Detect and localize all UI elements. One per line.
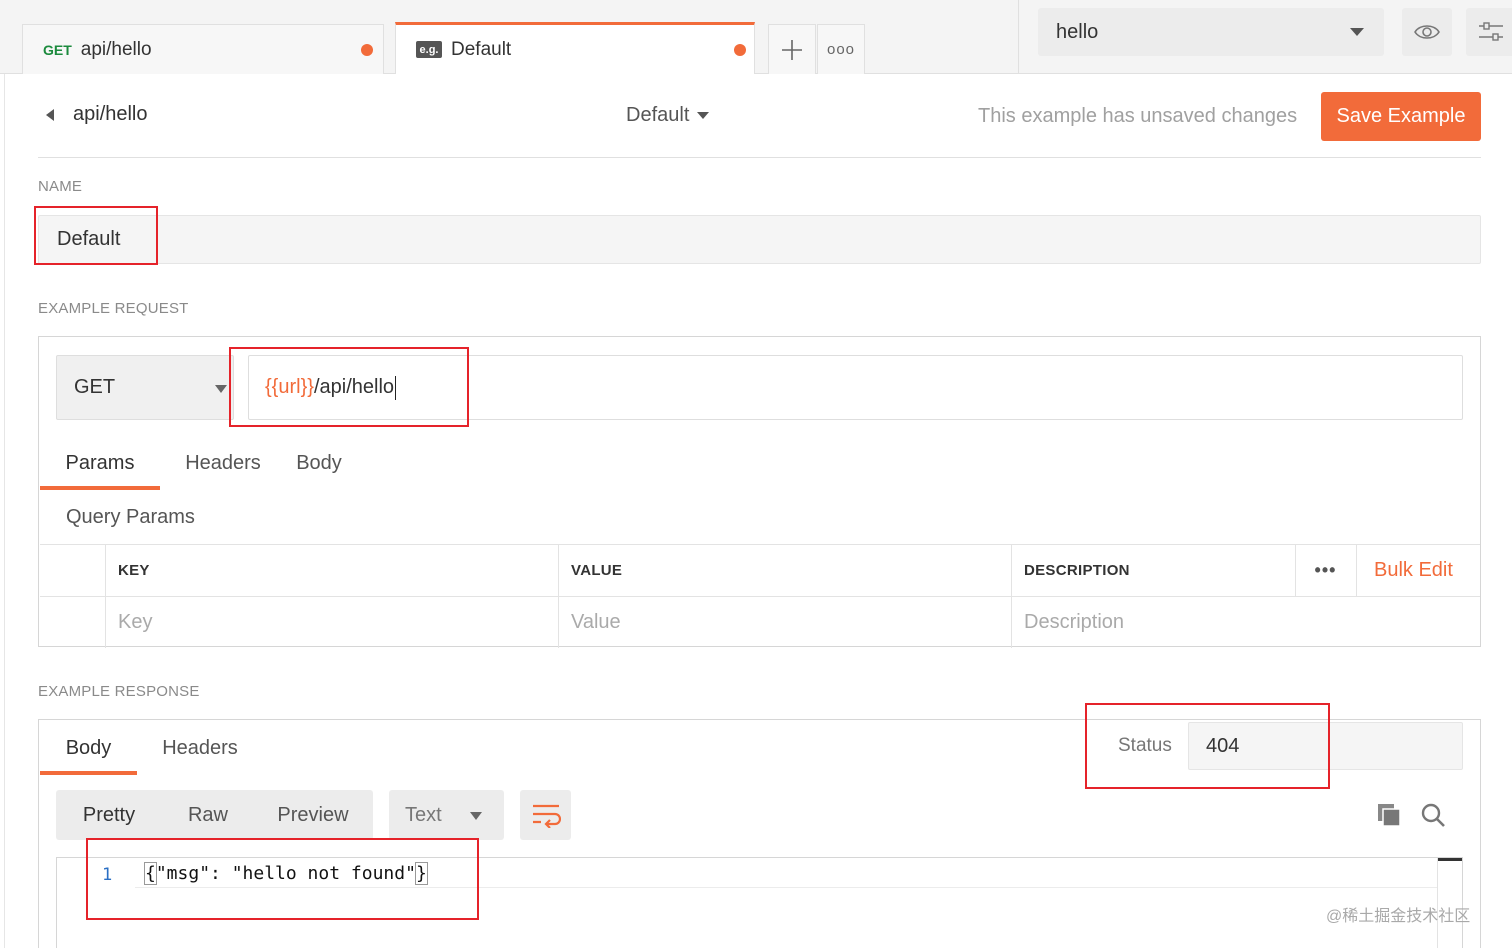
more-icon: ••• [1314,560,1337,580]
back-to-request-link[interactable]: api/hello [73,103,148,126]
wrap-lines-icon [532,804,561,828]
tab-label: api/hello [80,38,152,60]
annotation-box-status [1085,703,1330,789]
tab-response-body[interactable]: Body [40,729,137,775]
example-selector[interactable]: Default [626,104,710,127]
chevron-down-icon [470,812,482,820]
column-header-value: VALUE [558,545,1011,596]
tab-more-button[interactable]: ooo [817,24,865,74]
example-badge: e.g. [416,41,442,58]
back-arrow-icon[interactable] [46,109,54,121]
body-format-tabs: Pretty Raw Preview [56,790,373,840]
new-tab-button[interactable] [768,24,816,74]
example-selector-label: Default [626,104,690,126]
divider [1018,0,1019,74]
environment-select[interactable]: hello [1038,8,1384,56]
divider [38,157,1481,158]
format-pretty[interactable]: Pretty [56,790,162,840]
response-tabs: Body Headers [40,729,263,775]
column-header-key: KEY [105,545,558,596]
environment-selected: hello [1056,20,1099,43]
watermark: @稀土掘金技术社区 [1326,908,1471,925]
method-value: GET [74,376,116,398]
save-example-button[interactable]: Save Example [1321,92,1481,141]
example-name-input[interactable]: Default [38,215,1481,264]
param-key-input[interactable]: Key [105,597,558,648]
panel-border [4,74,5,948]
column-options-button[interactable]: ••• [1295,545,1355,596]
query-params-table: KEY VALUE DESCRIPTION ••• Bulk Edit Key … [40,544,1480,648]
table-row: Key Value Description [40,596,1480,648]
tab-body[interactable]: Body [286,444,352,490]
copy-icon[interactable] [1376,802,1402,833]
environment-quick-look-button[interactable] [1402,8,1452,56]
format-raw[interactable]: Raw [162,790,254,840]
name-section-label: NAME [38,178,83,195]
tab-response-headers[interactable]: Headers [137,729,263,775]
language-value: Text [405,803,442,826]
request-section-label: EXAMPLE REQUEST [38,300,189,317]
unsaved-changes-text: This example has unsaved changes [978,105,1298,127]
unsaved-dot-icon [361,43,373,56]
tab-params[interactable]: Params [40,444,160,490]
bulk-edit-link[interactable]: Bulk Edit [1356,545,1480,596]
query-params-heading: Query Params [66,506,195,528]
search-icon[interactable] [1420,802,1446,833]
method-select[interactable]: GET [56,355,234,420]
wrap-lines-button[interactable] [520,790,571,840]
tab-method-badge: GET [43,41,72,58]
plus-icon [782,39,802,60]
tab-label: Default [451,38,512,60]
annotation-box-body [86,838,479,920]
chevron-down-icon [1350,28,1364,36]
tab-headers[interactable]: Headers [160,444,286,490]
chevron-down-icon [697,112,710,119]
unsaved-dot-icon [734,43,746,56]
annotation-box-url [229,347,469,427]
chevron-down-icon [215,385,227,393]
tab-bar: GET api/hello e.g. Default ooo hello [0,0,1512,74]
column-header-description: DESCRIPTION [1011,545,1295,596]
eye-icon [1414,25,1440,39]
table-header-row: KEY VALUE DESCRIPTION ••• Bulk Edit [40,545,1480,596]
sliders-icon [1479,22,1503,41]
param-value-input[interactable]: Value [558,597,1011,648]
tab-example-default[interactable]: e.g. Default [395,22,755,74]
language-select[interactable]: Text [389,790,504,840]
environment-settings-button[interactable] [1466,8,1512,56]
format-preview[interactable]: Preview [254,790,372,840]
response-section-label: EXAMPLE RESPONSE [38,683,200,700]
scrollbar-thumb[interactable] [1438,858,1462,861]
param-description-input[interactable]: Description [1011,597,1480,648]
tab-request-api-hello[interactable]: GET api/hello [22,24,384,74]
request-tabs: Params Headers Body [40,444,352,490]
more-icon: ooo [826,41,856,58]
annotation-box-name [34,206,158,265]
